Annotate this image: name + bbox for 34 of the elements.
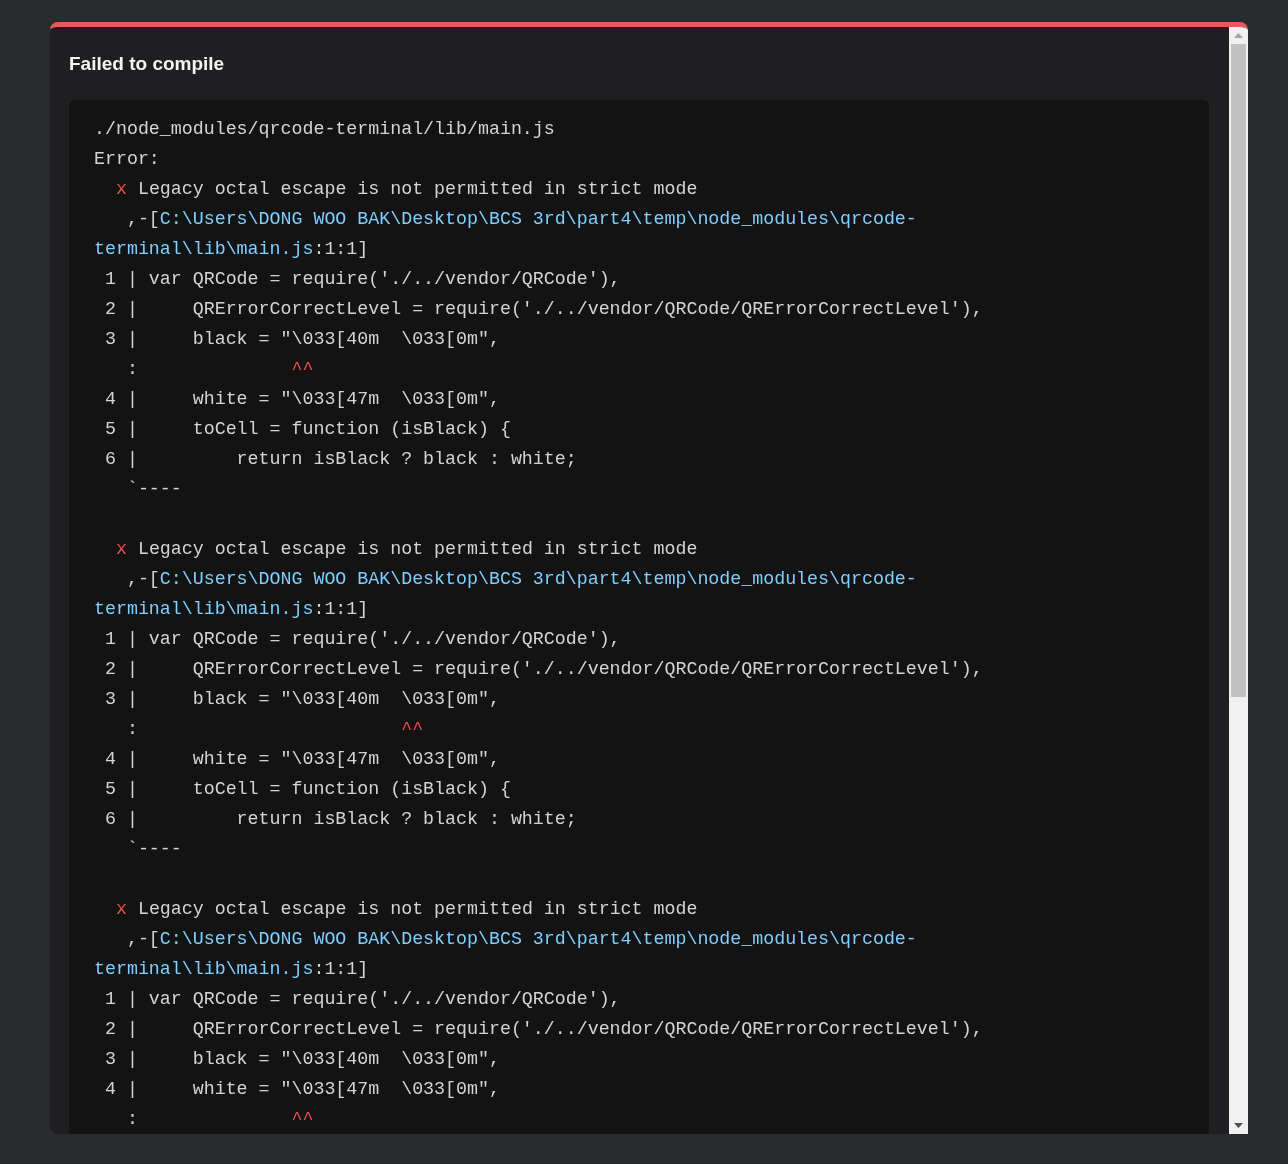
file-path: ./node_modules/qrcode-terminal/lib/main.js [94, 118, 555, 141]
snippet-end-line: `---- [126, 478, 182, 501]
snippet-end-line: `---- [126, 838, 182, 861]
code-line: 3 | black = "\033[40m \033[0m", [104, 1048, 500, 1071]
file-location: ,-[C:\Users\DONG WOO BAK\Desktop\BCS 3rd\part4\temp\node_modules\qrcode- [126, 208, 917, 231]
code-line: 2 | QRErrorCorrectLevel = require('./../vendor/QRCode/QRErrorCorrectLevel'), [104, 658, 983, 681]
error-message: x Legacy octal escape is not permitted in strict mode [115, 538, 698, 561]
code-line: 3 | black = "\033[40m \033[0m", [104, 688, 500, 711]
error-label: Error: [94, 148, 160, 171]
code-line: 2 | QRErrorCorrectLevel = require('./../vendor/QRCode/QRErrorCorrectLevel'), [104, 298, 983, 321]
file-location: terminal\lib\main.js:1:1] [94, 238, 369, 261]
error-message: x Legacy octal escape is not permitted in strict mode [115, 178, 698, 201]
file-location: terminal\lib\main.js:1:1] [94, 958, 369, 981]
code-line: 1 | var QRCode = require('./../vendor/QRCode'), [104, 988, 621, 1011]
caret-marker-line: : ^^ [126, 718, 424, 741]
code-line: 1 | var QRCode = require('./../vendor/QRCode'), [104, 268, 621, 291]
code-line: 1 | var QRCode = require('./../vendor/QRCode'), [104, 628, 621, 651]
dialog-title: Failed to compile [69, 52, 225, 76]
caret-marker-line: : ^^ [126, 1108, 314, 1131]
error-message: x Legacy octal escape is not permitted in strict mode [115, 898, 698, 921]
code-line: 2 | QRErrorCorrectLevel = require('./../vendor/QRCode/QRErrorCorrectLevel'), [104, 1018, 983, 1041]
scrollbar-thumb[interactable] [1231, 44, 1246, 697]
code-line: 5 | toCell = function (isBlack) { [104, 418, 511, 441]
code-line: 6 | return isBlack ? black : white; [104, 808, 577, 831]
file-location: ,-[C:\Users\DONG WOO BAK\Desktop\BCS 3rd\part4\temp\node_modules\qrcode- [126, 928, 917, 951]
file-location: terminal\lib\main.js:1:1] [94, 598, 369, 621]
file-location: ,-[C:\Users\DONG WOO BAK\Desktop\BCS 3rd\part4\temp\node_modules\qrcode- [126, 568, 917, 591]
code-line: 3 | black = "\033[40m \033[0m", [104, 328, 500, 351]
code-line: 4 | white = "\033[47m \033[0m", [104, 748, 500, 771]
caret-marker-line: : ^^ [126, 358, 314, 381]
code-line: 4 | white = "\033[47m \033[0m", [104, 388, 500, 411]
code-line: 5 | toCell = function (isBlack) { [104, 778, 511, 801]
code-line: 6 | return isBlack ? black : white; [104, 448, 577, 471]
code-line: 4 | white = "\033[47m \033[0m", [104, 1078, 500, 1101]
